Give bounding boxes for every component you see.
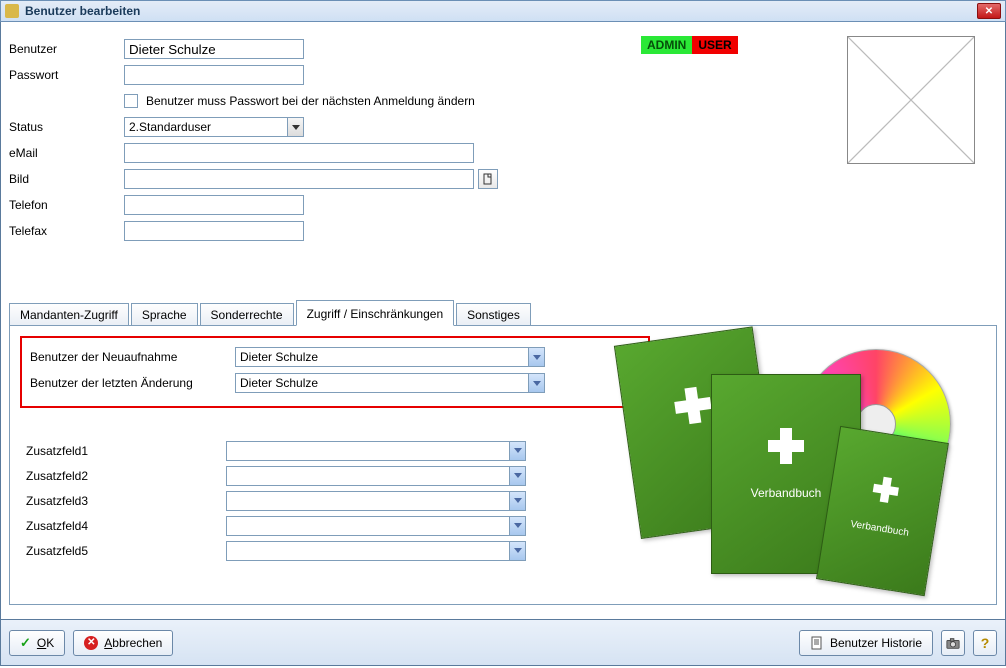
file-icon bbox=[482, 173, 494, 185]
letzte-aenderung-value: Dieter Schulze bbox=[236, 376, 528, 390]
letzte-aenderung-label: Benutzer der letzten Änderung bbox=[30, 376, 235, 390]
zusatzfeld3-select[interactable] bbox=[226, 491, 526, 511]
benutzer-historie-button[interactable]: Benutzer Historie bbox=[799, 630, 933, 656]
email-input[interactable] bbox=[124, 143, 474, 163]
zusatzfeld5-label: Zusatzfeld5 bbox=[26, 544, 226, 558]
close-icon: ✕ bbox=[985, 6, 993, 17]
tab-body: Benutzer der Neuaufnahme Dieter Schulze … bbox=[9, 325, 997, 605]
app-icon bbox=[5, 4, 19, 18]
close-button[interactable]: ✕ bbox=[977, 3, 1001, 19]
user-image-placeholder bbox=[847, 36, 975, 164]
bild-browse-button[interactable] bbox=[478, 169, 498, 189]
email-label: eMail bbox=[9, 146, 124, 160]
passwort-input[interactable] bbox=[124, 65, 304, 85]
telefon-input[interactable] bbox=[124, 195, 304, 215]
chevron-down-icon bbox=[509, 492, 525, 510]
placeholder-cross-icon bbox=[848, 37, 974, 163]
tab-sonderrechte[interactable]: Sonderrechte bbox=[200, 303, 294, 326]
zusatzfeld2-label: Zusatzfeld2 bbox=[26, 469, 226, 483]
window-title: Benutzer bearbeiten bbox=[25, 4, 971, 18]
chevron-down-icon bbox=[287, 118, 303, 136]
benutzer-historie-label: Benutzer Historie bbox=[830, 636, 922, 650]
telefon-label: Telefon bbox=[9, 198, 124, 212]
benutzer-input[interactable] bbox=[124, 39, 304, 59]
zusatzfeld1-select[interactable] bbox=[226, 441, 526, 461]
help-icon: ? bbox=[981, 635, 990, 651]
benutzer-label: Benutzer bbox=[9, 42, 124, 56]
status-select[interactable]: 2.Standarduser bbox=[124, 117, 304, 137]
chevron-down-icon bbox=[509, 467, 525, 485]
letzte-aenderung-select[interactable]: Dieter Schulze bbox=[235, 373, 545, 393]
zusatzfeld2-select[interactable] bbox=[226, 466, 526, 486]
passwort-label: Passwort bbox=[9, 68, 124, 82]
titlebar: Benutzer bearbeiten ✕ bbox=[0, 0, 1006, 22]
highlighted-section: Benutzer der Neuaufnahme Dieter Schulze … bbox=[20, 336, 650, 408]
tab-zugriff-einschraenkungen[interactable]: Zugriff / Einschränkungen bbox=[296, 300, 455, 326]
telefax-label: Telefax bbox=[9, 224, 124, 238]
bild-label: Bild bbox=[9, 172, 124, 186]
cancel-icon: ✕ bbox=[84, 636, 98, 650]
product-illustration: Verbandbuch Verbandbuch bbox=[636, 334, 956, 584]
dialog-content: ADMIN USER Benutzer Passwort Benutzer mu… bbox=[0, 22, 1006, 620]
chevron-down-icon bbox=[509, 517, 525, 535]
camera-button[interactable] bbox=[941, 630, 965, 656]
zusatzfeld3-label: Zusatzfeld3 bbox=[26, 494, 226, 508]
admin-badge: ADMIN bbox=[641, 36, 692, 54]
footer-toolbar: ✓ OK ✕ Abbrechen Benutzer Historie ? bbox=[0, 620, 1006, 666]
force-pw-change-checkbox[interactable] bbox=[124, 94, 138, 108]
chevron-down-icon bbox=[509, 442, 525, 460]
chevron-down-icon bbox=[528, 348, 544, 366]
zusatzfeld4-select[interactable] bbox=[226, 516, 526, 536]
document-icon bbox=[810, 636, 824, 650]
zusatzfeld5-select[interactable] bbox=[226, 541, 526, 561]
ok-button[interactable]: ✓ OK bbox=[9, 630, 65, 656]
tab-mandanten-zugriff[interactable]: Mandanten-Zugriff bbox=[9, 303, 129, 326]
neuaufnahme-select[interactable]: Dieter Schulze bbox=[235, 347, 545, 367]
cancel-button[interactable]: ✕ Abbrechen bbox=[73, 630, 173, 656]
camera-icon bbox=[946, 636, 960, 650]
chevron-down-icon bbox=[509, 542, 525, 560]
neuaufnahme-label: Benutzer der Neuaufnahme bbox=[30, 350, 235, 364]
zusatzfeld1-label: Zusatzfeld1 bbox=[26, 444, 226, 458]
chevron-down-icon bbox=[528, 374, 544, 392]
zusatzfeld4-label: Zusatzfeld4 bbox=[26, 519, 226, 533]
check-icon: ✓ bbox=[20, 635, 31, 651]
tab-sonstiges[interactable]: Sonstiges bbox=[456, 303, 531, 326]
status-label: Status bbox=[9, 120, 124, 134]
telefax-input[interactable] bbox=[124, 221, 304, 241]
tab-sprache[interactable]: Sprache bbox=[131, 303, 198, 326]
user-badge: USER bbox=[692, 36, 737, 54]
tab-bar: Mandanten-Zugriff Sprache Sonderrechte Z… bbox=[9, 299, 997, 325]
book-icon: Verbandbuch bbox=[816, 426, 949, 596]
bild-input[interactable] bbox=[124, 169, 474, 189]
force-pw-change-label: Benutzer muss Passwort bei der nächsten … bbox=[146, 94, 475, 108]
help-button[interactable]: ? bbox=[973, 630, 997, 656]
status-select-value: 2.Standarduser bbox=[125, 120, 287, 134]
neuaufnahme-value: Dieter Schulze bbox=[236, 350, 528, 364]
